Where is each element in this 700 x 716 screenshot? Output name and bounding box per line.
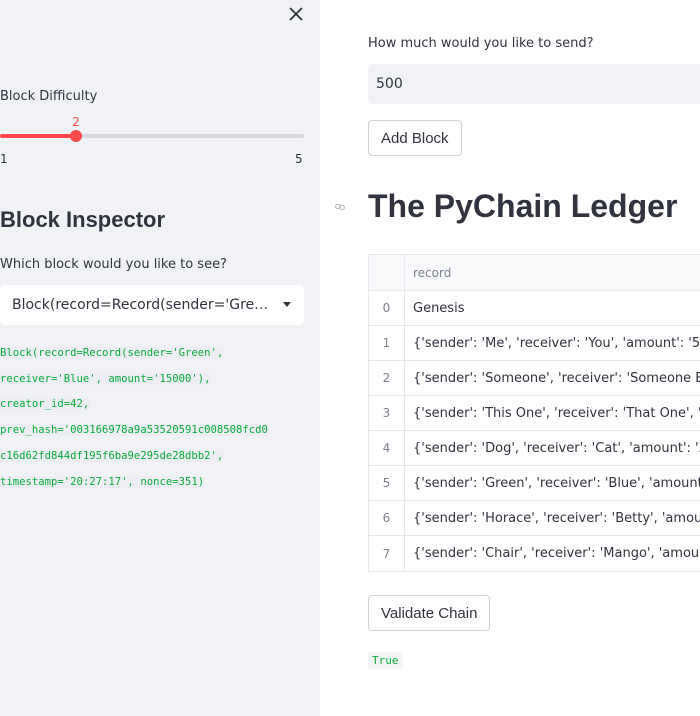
block-details-code: Block(record=Record(sender='Green', recei… xyxy=(0,341,306,495)
code-line: timestamp='20:27:17', nonce=351) xyxy=(0,470,306,496)
table-row[interactable]: 5 {'sender': 'Green', 'receiver': 'Blue',… xyxy=(369,466,700,501)
row-index-cell: 4 xyxy=(369,431,405,465)
link-icon[interactable] xyxy=(335,203,345,214)
record-cell[interactable]: {'sender': 'Chair', 'receiver': 'Mango',… xyxy=(405,536,700,571)
row-index-cell: 7 xyxy=(369,536,405,571)
amount-label: How much would you like to send? xyxy=(368,36,594,51)
table-row[interactable]: 6 {'sender': 'Horace', 'receiver': 'Betty… xyxy=(369,501,700,536)
code-line: Block(record=Record(sender='Green', xyxy=(0,341,306,367)
record-cell[interactable]: {'sender': 'This One', 'receiver': 'That… xyxy=(405,396,700,430)
code-line: prev_hash='003166978a9a53520591c008508fc… xyxy=(0,418,306,444)
table-row[interactable]: 7 {'sender': 'Chair', 'receiver': 'Mango'… xyxy=(369,536,700,571)
block-select-label: Which block would you like to see? xyxy=(0,257,227,272)
add-block-button[interactable]: Add Block xyxy=(368,120,462,156)
record-cell[interactable]: {'sender': 'Horace', 'receiver': 'Betty'… xyxy=(405,501,700,535)
slider-thumb[interactable] xyxy=(70,130,82,142)
record-cell[interactable]: {'sender': 'Me', 'receiver': 'You', 'amo… xyxy=(405,326,700,360)
slider-min-label: 1 xyxy=(0,152,8,166)
row-index-cell: 2 xyxy=(369,361,405,395)
row-index-cell: 1 xyxy=(369,326,405,360)
table-row[interactable]: 4 {'sender': 'Dog', 'receiver': 'Cat', 'a… xyxy=(369,431,700,466)
amount-input[interactable]: 500 xyxy=(368,64,700,104)
row-index-cell: 0 xyxy=(369,291,405,325)
block-inspector-heading: Block Inspector xyxy=(0,207,166,232)
chevron-down-icon[interactable] xyxy=(283,302,291,307)
table-row[interactable]: 1 {'sender': 'Me', 'receiver': 'You', 'am… xyxy=(369,326,700,361)
slider-label: Block Difficulty xyxy=(0,89,98,104)
row-index-cell: 5 xyxy=(369,466,405,500)
code-line-text: c16d62fd844df195f6ba9e295de28dbb2', xyxy=(0,449,224,462)
code-line-text: Block(record=Record(sender='Green', xyxy=(0,347,224,359)
code-line-text: creator_id=42, xyxy=(0,398,90,411)
difficulty-slider[interactable] xyxy=(0,130,304,142)
record-cell[interactable]: {'sender': 'Green', 'receiver': 'Blue', … xyxy=(405,466,700,500)
slider-value: 2 xyxy=(72,115,80,129)
index-header-cell xyxy=(369,255,405,290)
row-index-cell: 3 xyxy=(369,396,405,430)
block-select[interactable]: Block(record=Record(sender='Green', rece… xyxy=(0,285,304,325)
close-icon[interactable] xyxy=(286,4,306,24)
code-line-text: timestamp='20:27:17', nonce=351) xyxy=(0,475,205,488)
validate-chain-button[interactable]: Validate Chain xyxy=(368,595,491,631)
table-row[interactable]: 3 {'sender': 'This One', 'receiver': 'Tha… xyxy=(369,396,700,431)
slider-max-label: 5 xyxy=(295,152,303,166)
sidebar: Block Difficulty 2 1 5 Block Inspector W… xyxy=(0,0,320,716)
column-header-record[interactable]: record xyxy=(405,255,700,290)
code-line: creator_id=42, xyxy=(0,392,306,418)
block-select-value: Block(record=Record(sender='Green', rece… xyxy=(12,297,274,313)
slider-fill xyxy=(0,134,76,138)
code-line: receiver='Blue', amount='15000'), xyxy=(0,367,306,393)
code-line: c16d62fd844df195f6ba9e295de28dbb2', xyxy=(0,444,306,470)
main-content: How much would you like to send? 500 Add… xyxy=(320,0,700,716)
row-index-cell: 6 xyxy=(369,501,405,535)
code-line-text: prev_hash='003166978a9a53520591c008508fc… xyxy=(0,424,268,437)
page-title: The PyChain Ledger xyxy=(368,188,678,224)
table-header-row: record xyxy=(369,255,700,291)
amount-input-value: 500 xyxy=(376,76,403,92)
record-cell[interactable]: {'sender': 'Someone', 'receiver': 'Someo… xyxy=(405,361,700,395)
table-row[interactable]: 2 {'sender': 'Someone', 'receiver': 'Some… xyxy=(369,361,700,396)
record-cell[interactable]: Genesis xyxy=(405,291,700,325)
code-line-text: receiver='Blue', amount='15000'), xyxy=(0,372,211,385)
validation-result: True xyxy=(368,652,403,669)
table-row[interactable]: 0 Genesis xyxy=(369,291,700,326)
ledger-table[interactable]: record 0 Genesis 1 {'sender': 'Me', 'receiv… xyxy=(368,254,700,572)
record-cell[interactable]: {'sender': 'Dog', 'receiver': 'Cat', 'am… xyxy=(405,431,700,465)
